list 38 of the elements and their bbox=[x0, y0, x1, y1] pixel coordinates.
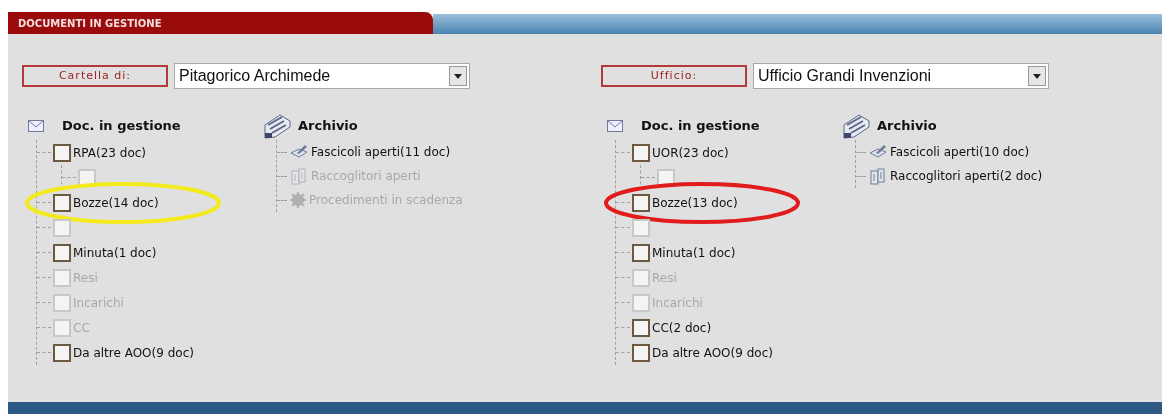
checkbox[interactable] bbox=[632, 143, 650, 162]
field-label: Ufficio: bbox=[601, 65, 747, 87]
archive-item[interactable]: Fascicoli aperti(10 doc) bbox=[890, 143, 1030, 161]
field-label: Cartella di: bbox=[22, 65, 168, 87]
envelope-icon bbox=[607, 120, 623, 132]
checkbox[interactable] bbox=[632, 193, 650, 212]
checkbox[interactable] bbox=[53, 243, 71, 262]
tree-item[interactable]: Bozze(14 doc) bbox=[73, 193, 159, 212]
gear-icon bbox=[289, 191, 307, 209]
envelope-icon bbox=[28, 120, 44, 132]
pen-folder-icon bbox=[868, 144, 888, 160]
tree-item[interactable]: Minuta(1 doc) bbox=[73, 243, 157, 262]
section-title: Archivio bbox=[877, 117, 937, 136]
checkbox[interactable] bbox=[632, 343, 650, 362]
section-title: Doc. in gestione bbox=[62, 117, 181, 136]
dropdown-caret-icon[interactable] bbox=[1028, 66, 1046, 86]
section-title: Doc. in gestione bbox=[641, 117, 760, 136]
dropdown[interactable]: Ufficio Grandi Invenzioni bbox=[753, 63, 1049, 89]
tree-item[interactable]: CC(2 doc) bbox=[652, 318, 712, 337]
tree-item[interactable]: Da altre AOO(9 doc) bbox=[652, 343, 773, 362]
tree-item[interactable]: Da altre AOO(9 doc) bbox=[73, 343, 194, 362]
tree-item[interactable]: RPA(23 doc) bbox=[73, 143, 147, 162]
checkbox[interactable] bbox=[53, 143, 71, 162]
pen-folder-icon bbox=[289, 144, 309, 160]
binder-icon bbox=[289, 166, 309, 186]
tree-item[interactable]: UOR(23 doc) bbox=[652, 143, 729, 162]
checkbox[interactable] bbox=[632, 243, 650, 262]
checkbox[interactable] bbox=[632, 318, 650, 337]
binder-icon bbox=[868, 166, 888, 186]
dropdown[interactable]: Pitagorico Archimede bbox=[174, 63, 470, 89]
tree-item[interactable]: Bozze(13 doc) bbox=[652, 193, 738, 212]
dropdown-caret-icon[interactable] bbox=[449, 66, 467, 86]
checkbox[interactable] bbox=[53, 193, 71, 212]
checkbox[interactable] bbox=[53, 343, 71, 362]
archive-item[interactable]: Raccoglitori aperti(2 doc) bbox=[890, 167, 1043, 185]
tree-item[interactable]: Minuta(1 doc) bbox=[652, 243, 736, 262]
section-title: Archivio bbox=[298, 117, 358, 136]
archive-item[interactable]: Fascicoli aperti(11 doc) bbox=[311, 143, 451, 161]
